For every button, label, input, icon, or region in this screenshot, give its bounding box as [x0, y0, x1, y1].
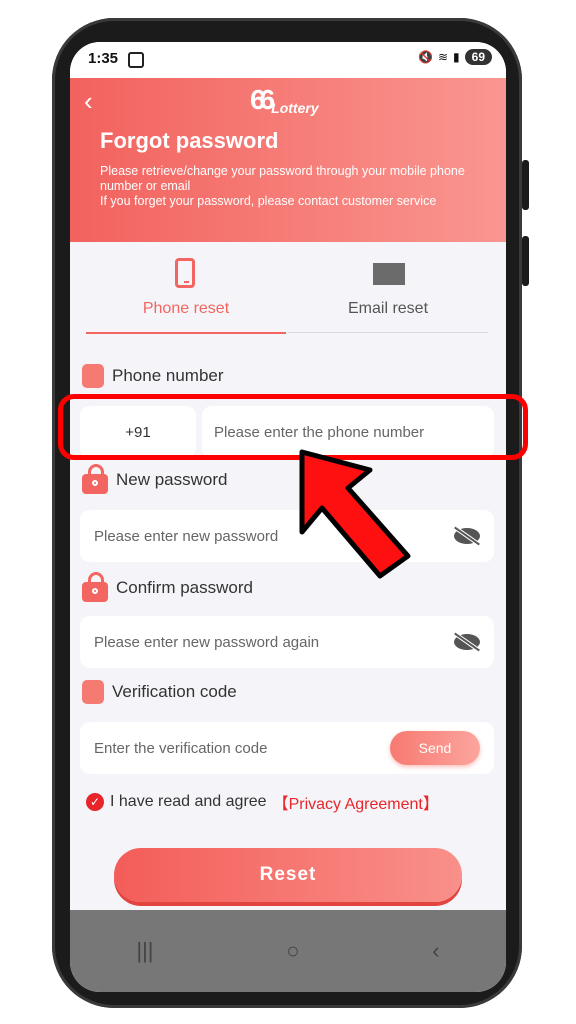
reset-tabs: Phone reset Email reset [86, 258, 490, 334]
battery-indicator: 69 [464, 49, 492, 65]
tab-label: Phone reset [142, 300, 230, 317]
status-bar: 1:35 🔇 ≋ ▮ 69 [70, 42, 506, 78]
description-line: If you forget your password, please cont… [100, 194, 437, 208]
phone-number-label: Phone number [82, 364, 224, 388]
page-title: Forgot password [100, 128, 279, 153]
side-button [522, 236, 529, 286]
eye-off-icon[interactable] [454, 634, 480, 650]
signal-icon: ▮ [453, 50, 460, 64]
phone-icon [82, 364, 104, 388]
wifi-icon: ≋ [437, 50, 449, 64]
label-text: Confirm password [116, 578, 253, 597]
confirm-password-placeholder: Please enter new password again [94, 633, 320, 651]
label-text: Verification code [112, 682, 237, 701]
agreement-row[interactable]: ✓ I have read and agree 【Privacy Agreeme… [86, 790, 439, 814]
logo-number: 66 [250, 84, 275, 115]
phone-icon [175, 258, 195, 288]
verification-code-label: Verification code [82, 680, 237, 704]
logo-text: Lottery [271, 100, 319, 116]
new-password-label: New password [82, 464, 228, 494]
android-nav-bar: ||| ○ ‹ [70, 910, 506, 992]
recent-apps-icon[interactable]: ||| [136, 938, 153, 964]
confirm-password-field[interactable]: Please enter new password again [80, 616, 494, 668]
eye-off-icon[interactable] [454, 528, 480, 544]
privacy-agreement-link[interactable]: 【Privacy Agreement】 [273, 790, 439, 814]
message-phone-icon [82, 680, 104, 704]
description-line: Please retrieve/change your password thr… [100, 164, 465, 193]
mute-icon: 🔇 [418, 50, 433, 64]
agreement-text: I have read and agree [110, 793, 267, 810]
screenshot-icon [128, 52, 144, 68]
back-icon[interactable]: ‹ [84, 86, 93, 117]
tab-phone-reset[interactable]: Phone reset [86, 258, 286, 334]
pointer-arrow-icon [299, 449, 411, 579]
status-icons: 🔇 ≋ ▮ 69 [418, 49, 492, 65]
header: ‹ 66 Lottery Forgot password Please retr… [70, 78, 506, 242]
tab-label: Email reset [347, 300, 429, 317]
verification-code-field[interactable]: Enter the verification code Send [80, 722, 494, 774]
label-text: Phone number [112, 366, 224, 385]
new-password-placeholder: Please enter new password [94, 527, 279, 545]
send-code-button[interactable]: Send [390, 731, 480, 765]
confirm-password-label: Confirm password [82, 572, 253, 602]
home-icon[interactable]: ○ [286, 938, 299, 964]
logo: 66 Lottery [250, 84, 319, 116]
side-button [522, 160, 529, 210]
status-time: 1:35 [88, 50, 119, 67]
reset-button[interactable]: Reset [114, 848, 462, 902]
label-text: New password [116, 470, 228, 489]
lock-icon [82, 464, 108, 494]
lock-icon [82, 572, 108, 602]
page-description: Please retrieve/change your password thr… [100, 164, 504, 209]
check-icon[interactable]: ✓ [86, 793, 104, 811]
mail-icon [373, 263, 405, 285]
tab-email-reset[interactable]: Email reset [288, 258, 488, 333]
verification-placeholder: Enter the verification code [94, 739, 268, 757]
back-nav-icon[interactable]: ‹ [432, 938, 439, 964]
